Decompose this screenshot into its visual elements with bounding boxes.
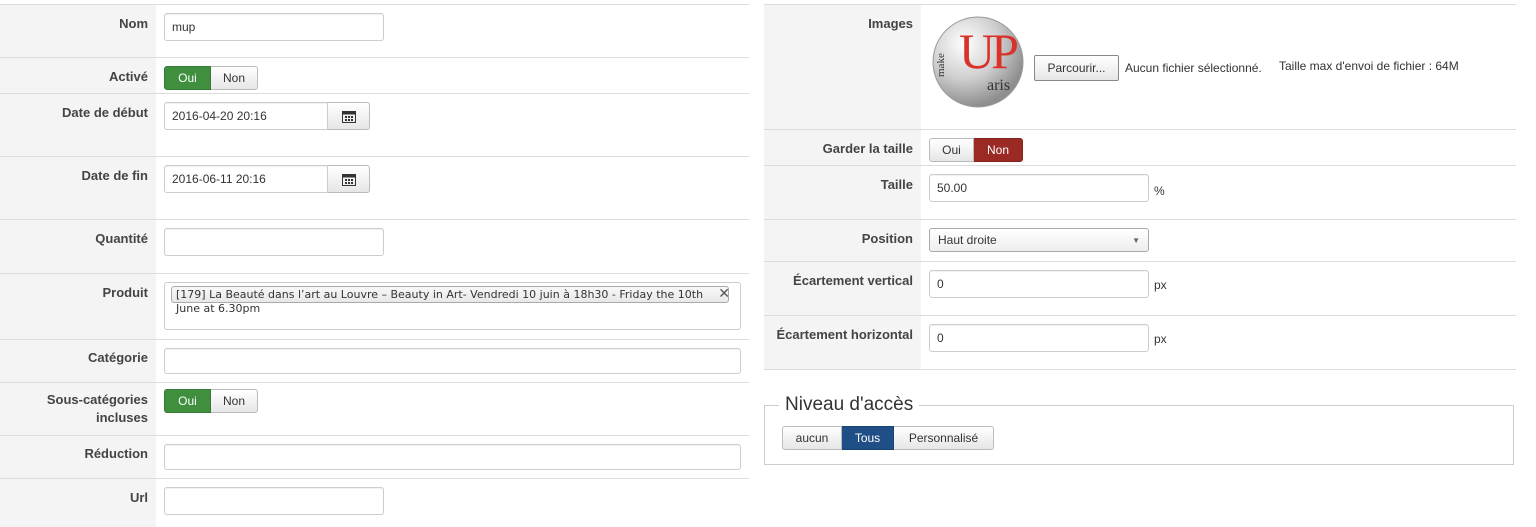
max-size-text: Taille max d'envoi de fichier : 64M [1279,59,1459,73]
row-position: Position Haut droite ▼ [764,220,1516,262]
ecart-vertical-input[interactable]: 0 [929,270,1149,298]
sous-categories-yes-button[interactable]: Oui [164,389,211,413]
reduction-input[interactable] [164,444,741,470]
logo-text-big: UP [959,23,1019,79]
calendar-icon [341,110,356,123]
row-reduction: Réduction [0,436,749,479]
nom-input[interactable]: mup [164,13,384,41]
sous-categories-no-button[interactable]: Non [211,389,258,413]
access-none-button[interactable]: aucun [782,426,842,450]
access-level-toggle: aucun Tous Personnalisé [782,426,994,450]
row-nom: Nom mup [0,4,749,58]
calendar-icon [341,173,356,186]
position-label: Position [764,220,921,261]
quantite-label: Quantité [0,220,156,273]
row-garder-taille: Garder la taille Oui Non [764,130,1516,166]
logo-image: UP make aris [931,15,1025,109]
access-all-button[interactable]: Tous [842,426,894,450]
produit-label: Produit [0,274,156,339]
date-fin-label: Date de fin [0,157,156,219]
right-form-panel: Images UP make aris Parcourir... Aucun f… [764,4,1516,370]
url-input[interactable] [164,487,384,515]
garder-taille-toggle: Oui Non [929,138,1023,162]
access-custom-button[interactable]: Personnalisé [894,426,994,450]
nom-label: Nom [0,5,156,57]
position-selected: Haut droite [938,233,997,247]
sous-categories-label: Sous-catégories incluses [0,383,156,435]
logo-text-small: aris [987,77,1011,94]
row-images: Images UP make aris Parcourir... Aucun f… [764,4,1516,130]
row-url: Url [0,479,749,527]
position-select[interactable]: Haut droite ▼ [929,228,1149,252]
produit-select[interactable]: [179] La Beauté dans l’art au Louvre – B… [164,282,741,330]
ecart-horizontal-input[interactable]: 0 [929,324,1149,352]
ecart-vertical-label: Écartement vertical [764,262,921,315]
quantite-input[interactable] [164,228,384,256]
access-level-legend: Niveau d'accès [779,394,920,416]
active-toggle: Oui Non [164,66,258,90]
ecart-horizontal-label: Écartement horizontal [764,316,921,369]
access-level-fieldset: Niveau d'accès aucun Tous Personnalisé [764,394,1514,465]
categorie-label: Catégorie [0,340,156,382]
taille-input[interactable]: 50.00 [929,174,1149,202]
url-label: Url [0,479,156,527]
caret-down-icon: ▼ [1132,236,1140,245]
row-date-fin: Date de fin 2016-06-11 20:16 [0,157,749,220]
active-no-button[interactable]: Non [211,66,258,90]
row-sous-categories: Sous-catégories incluses Oui Non [0,383,749,436]
ecart-horizontal-unit: px [1154,332,1167,346]
produit-tag-label: [179] La Beauté dans l’art au Louvre – B… [176,288,704,315]
taille-unit: % [1154,184,1165,198]
row-taille: Taille 50.00 % [764,166,1516,220]
remove-tag-icon[interactable]: ✕ [718,287,730,301]
images-label: Images [764,5,921,129]
row-categorie: Catégorie [0,340,749,383]
active-yes-button[interactable]: Oui [164,66,211,90]
row-active: Activé Oui Non [0,58,749,94]
taille-label: Taille [764,166,921,219]
date-debut-input[interactable]: 2016-04-20 20:16 [164,102,328,130]
categorie-input[interactable] [164,348,741,374]
row-ecart-vertical: Écartement vertical 0 px [764,262,1516,316]
date-debut-calendar-button[interactable] [328,102,370,130]
row-quantite: Quantité [0,220,749,274]
garder-taille-label: Garder la taille [764,130,921,165]
browse-button[interactable]: Parcourir... [1034,55,1119,81]
active-label: Activé [0,58,156,93]
row-date-debut: Date de début 2016-04-20 20:16 [0,94,749,157]
date-debut-label: Date de début [0,94,156,156]
logo-text-side: make [935,53,947,77]
left-form-panel: Nom mup Activé Oui Non Date de début 201… [0,4,749,527]
garder-taille-no-button[interactable]: Non [974,138,1023,162]
date-fin-calendar-button[interactable] [328,165,370,193]
row-produit: Produit [179] La Beauté dans l’art au Lo… [0,274,749,340]
date-fin-input[interactable]: 2016-06-11 20:16 [164,165,328,193]
reduction-label: Réduction [0,436,156,478]
garder-taille-yes-button[interactable]: Oui [929,138,974,162]
no-file-text: Aucun fichier sélectionné. [1125,61,1262,75]
sous-categories-toggle: Oui Non [164,389,258,413]
row-ecart-horizontal: Écartement horizontal 0 px [764,316,1516,370]
ecart-vertical-unit: px [1154,278,1167,292]
